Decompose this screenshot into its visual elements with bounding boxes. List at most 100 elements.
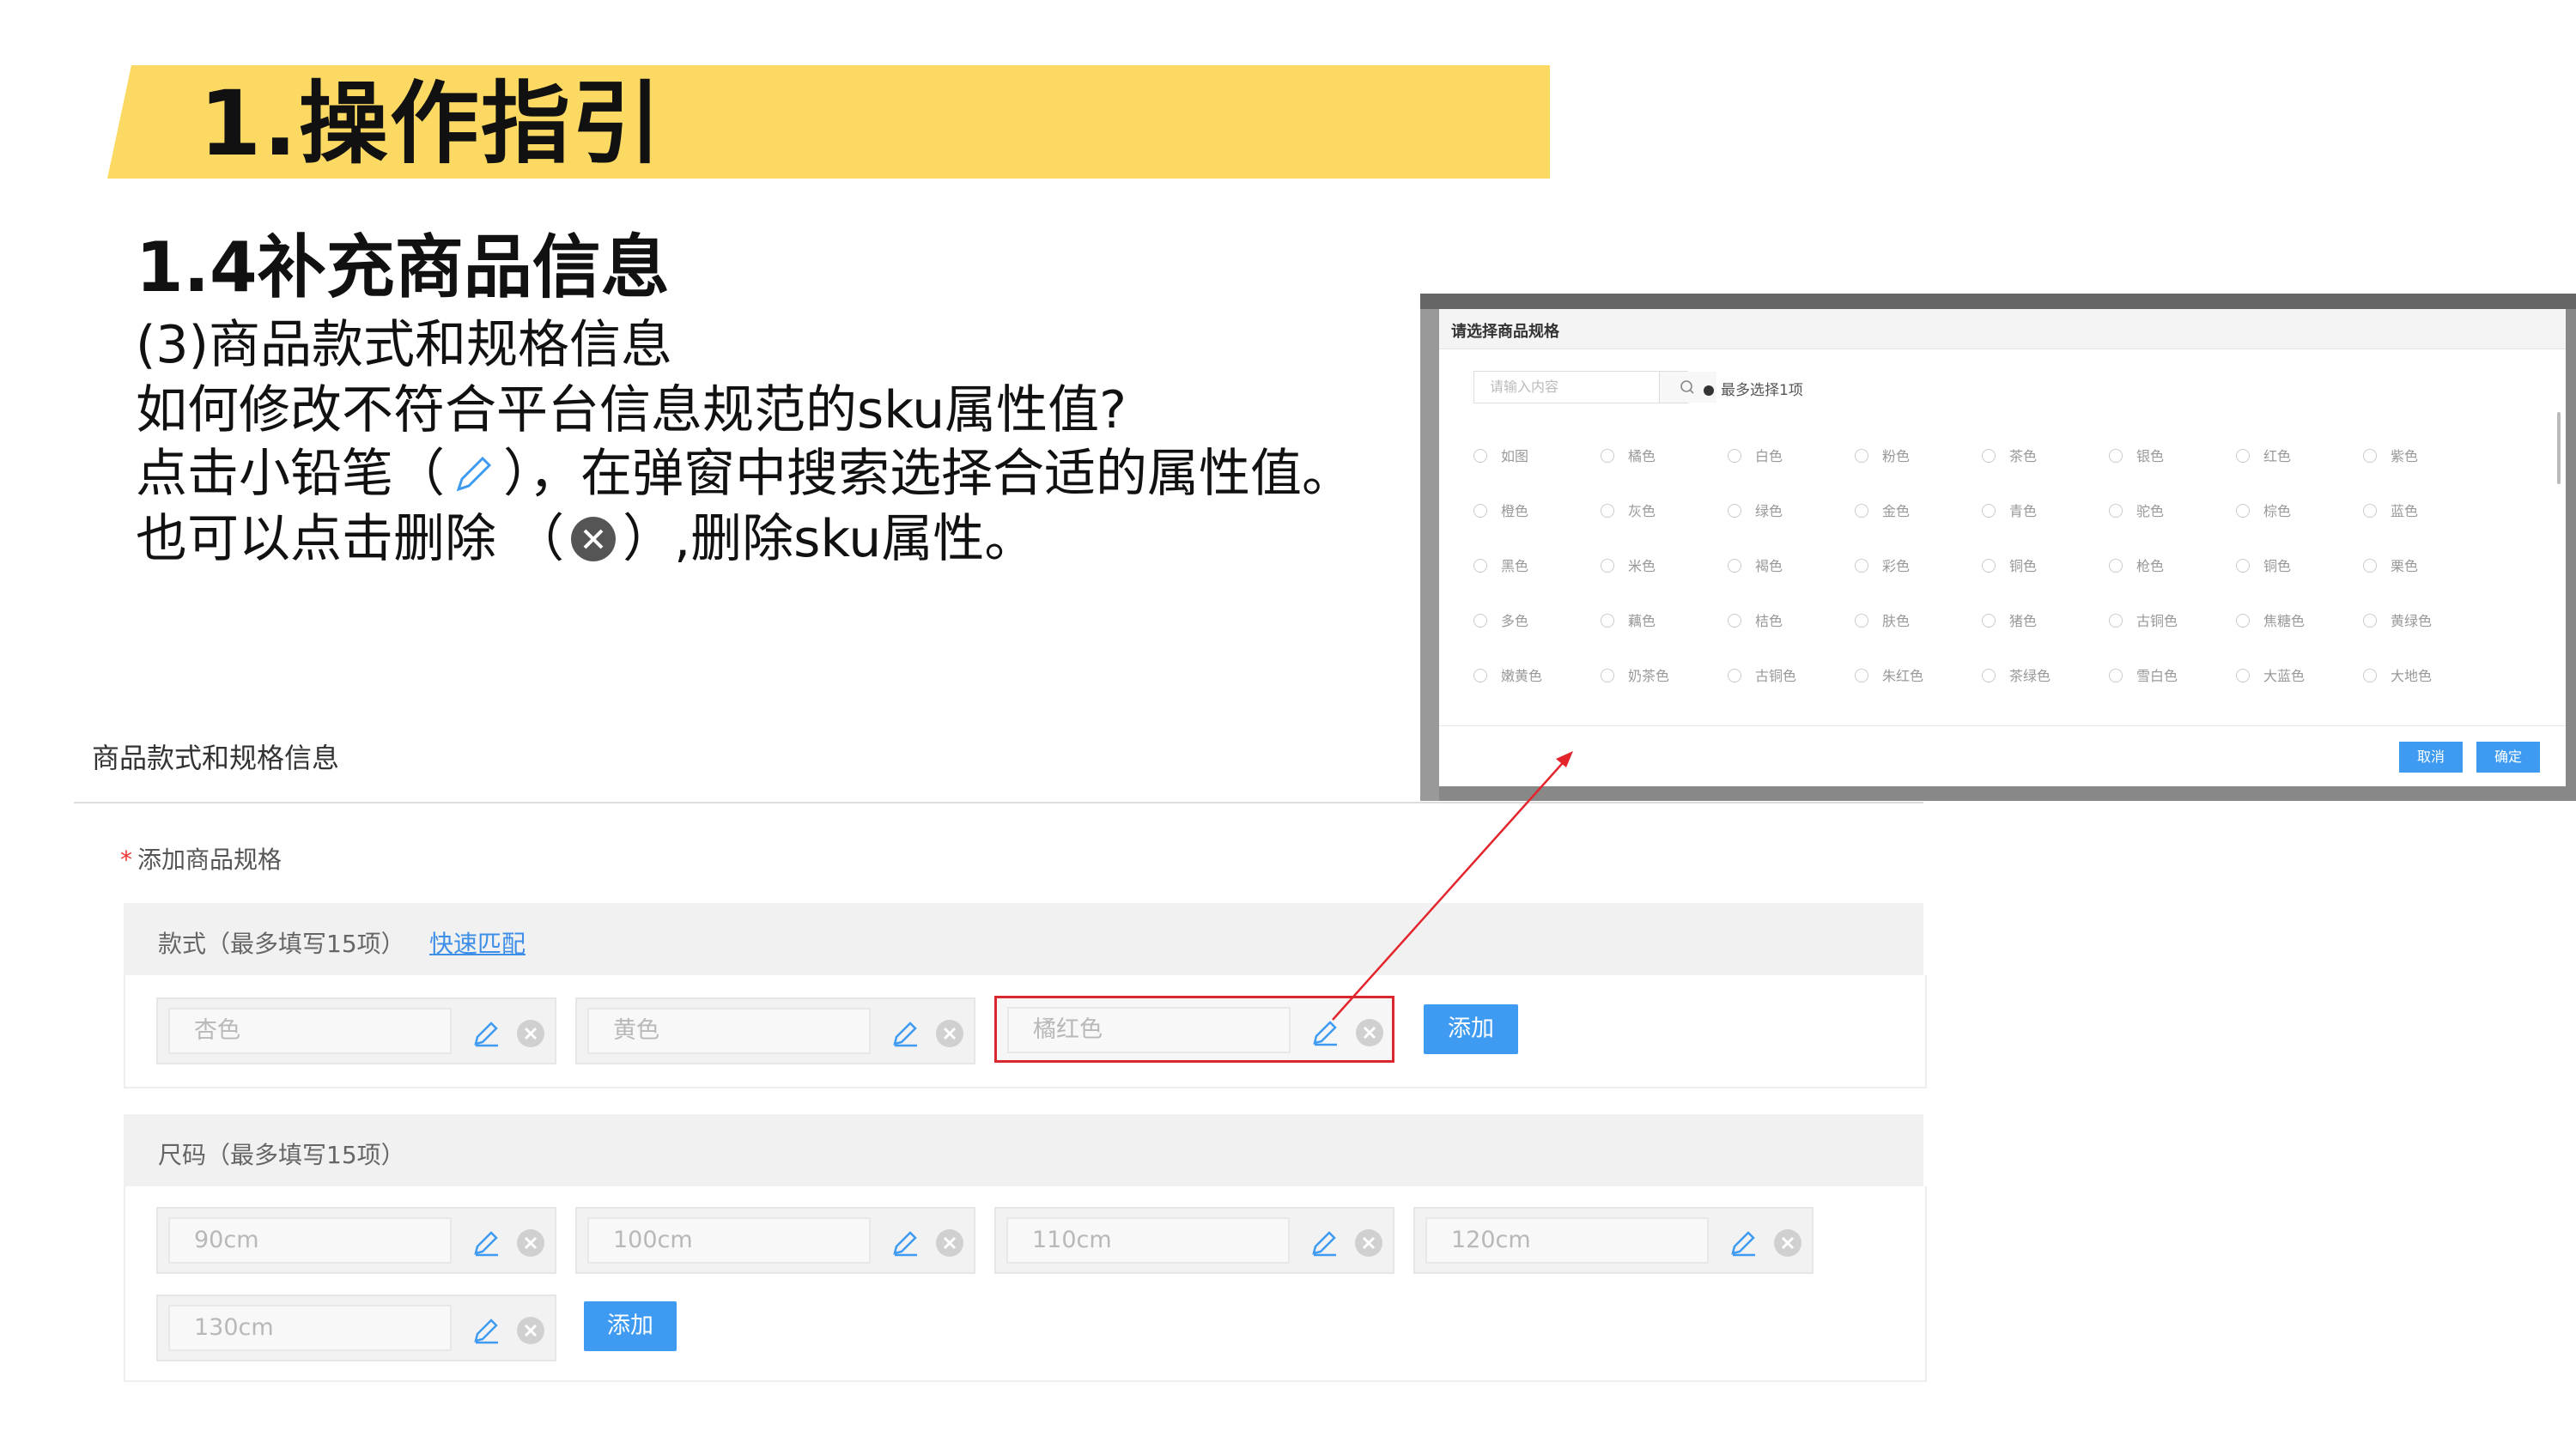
modal-option[interactable]: 彩色 — [1855, 555, 1910, 575]
style-sku-input[interactable]: 黄色 — [587, 1008, 871, 1054]
modal-option[interactable]: 铜色 — [2236, 555, 2291, 575]
modal-option[interactable]: 绿色 — [1728, 500, 1783, 520]
modal-option[interactable]: 奶茶色 — [1601, 664, 1669, 685]
modal-option[interactable]: 青色 — [1982, 500, 2037, 520]
modal-option[interactable]: 朱红色 — [1855, 664, 1923, 685]
radio-icon — [2363, 669, 2377, 682]
pencil-edit-icon[interactable] — [1307, 1226, 1341, 1260]
modal-scrollbar[interactable] — [2557, 412, 2561, 484]
radio-icon — [1982, 669, 1996, 682]
delete-circle-icon[interactable] — [515, 1228, 546, 1258]
modal-option[interactable]: 栗色 — [2363, 555, 2418, 575]
modal-option-label: 灰色 — [1628, 503, 1656, 519]
radio-icon — [2236, 449, 2250, 463]
delete-circle-icon[interactable] — [515, 1315, 546, 1346]
modal-option-label: 红色 — [2263, 448, 2292, 464]
modal-option-label: 白色 — [1755, 448, 1783, 464]
size-sku-input[interactable]: 100cm — [587, 1217, 871, 1264]
modal-option[interactable]: 大地色 — [2363, 664, 2432, 685]
modal-option[interactable]: 白色 — [1728, 445, 1783, 465]
modal-option[interactable]: 铜色 — [1982, 555, 2037, 575]
modal-option[interactable]: 肤色 — [1855, 609, 1910, 630]
pencil-edit-icon[interactable] — [888, 1226, 922, 1260]
modal-option[interactable]: 枪色 — [2109, 555, 2164, 575]
style-sku-input[interactable]: 橘红色 — [1007, 1007, 1291, 1053]
modal-search-input[interactable]: 请输入内容 — [1473, 371, 1688, 403]
radio-icon — [1601, 614, 1614, 627]
modal-option[interactable]: 米色 — [1601, 555, 1656, 575]
modal-option[interactable]: 银色 — [2109, 445, 2164, 465]
pencil-edit-icon[interactable] — [469, 1226, 503, 1260]
size-sku-input[interactable]: 90cm — [168, 1217, 452, 1264]
modal-option[interactable]: 黄绿色 — [2363, 609, 2432, 630]
pencil-edit-icon[interactable] — [1726, 1226, 1760, 1260]
pencil-edit-icon[interactable] — [888, 1016, 922, 1051]
modal-hint-text: 最多选择1项 — [1721, 382, 1803, 399]
delete-circle-icon[interactable] — [1354, 1017, 1385, 1048]
radio-icon — [2363, 559, 2377, 573]
modal-option[interactable]: 蓝色 — [2363, 500, 2418, 520]
modal-option[interactable]: 褐色 — [1728, 555, 1783, 575]
size-sku-input[interactable]: 130cm — [168, 1305, 452, 1351]
modal-option-label: 彩色 — [1882, 558, 1911, 574]
modal-option[interactable]: 金色 — [1855, 500, 1910, 520]
modal-option[interactable]: 黑色 — [1473, 555, 1528, 575]
spec-section-title: 商品款式和规格信息 — [92, 742, 340, 774]
size-sku-input[interactable]: 120cm — [1425, 1217, 1709, 1264]
modal-option[interactable]: 橙色 — [1473, 500, 1528, 520]
modal-title: 请选择商品规格 — [1451, 323, 1559, 341]
modal-option[interactable]: 嫩黄色 — [1473, 664, 1542, 685]
modal-option-label: 棕色 — [2263, 503, 2292, 519]
size-sku-item: 90cm — [156, 1207, 556, 1274]
instruction-line-1: (3)商品款式和规格信息 — [136, 315, 672, 375]
modal-option[interactable]: 粉色 — [1855, 445, 1910, 465]
modal-option[interactable]: 大蓝色 — [2236, 664, 2305, 685]
delete-circle-icon[interactable] — [515, 1018, 546, 1049]
confirm-button[interactable]: 确定 — [2476, 742, 2540, 773]
delete-circle-icon[interactable] — [1353, 1228, 1384, 1258]
delete-circle-icon[interactable] — [934, 1228, 965, 1258]
modal-option[interactable]: 焦糖色 — [2236, 609, 2305, 630]
section-divider — [74, 802, 1923, 803]
modal-option-label: 奶茶色 — [1628, 668, 1670, 684]
modal-option[interactable]: 茶色 — [1982, 445, 2037, 465]
radio-icon — [2363, 449, 2377, 463]
modal-option[interactable]: 驼色 — [2109, 500, 2164, 520]
cancel-button[interactable]: 取消 — [2399, 742, 2463, 773]
info-dot-icon — [1704, 385, 1714, 396]
modal-option-label: 桔色 — [1755, 613, 1783, 629]
modal-option[interactable]: 红色 — [2236, 445, 2291, 465]
modal-option[interactable]: 茶绿色 — [1982, 664, 2050, 685]
modal-option[interactable]: 紫色 — [2363, 445, 2418, 465]
modal-option[interactable]: 古铜色 — [2109, 609, 2178, 630]
modal-option-label: 大蓝色 — [2263, 668, 2306, 684]
modal-option[interactable]: 棕色 — [2236, 500, 2291, 520]
modal-hint: 最多选择1项 — [1704, 378, 1803, 399]
modal-option[interactable]: 藕色 — [1601, 609, 1656, 630]
modal-option[interactable]: 猪色 — [1982, 609, 2037, 630]
size-sku-input[interactable]: 110cm — [1006, 1217, 1290, 1264]
add-spec-label: * 添加商品规格 — [120, 841, 282, 876]
spec-select-modal: 请选择商品规格 请输入内容 最多选择1项 如图 橘色 白色 粉色 茶色 银色 红色 紫色橙色 灰… — [1439, 309, 2566, 786]
pencil-edit-icon[interactable] — [469, 1016, 503, 1051]
radio-icon — [2109, 614, 2123, 627]
modal-option[interactable]: 古铜色 — [1728, 664, 1796, 685]
quick-match-link[interactable]: 快速匹配 — [429, 925, 526, 960]
style-add-button[interactable]: 添加 — [1424, 1004, 1518, 1054]
modal-option[interactable]: 如图 — [1473, 445, 1528, 465]
radio-icon — [1982, 504, 1996, 518]
modal-option[interactable]: 桔色 — [1728, 609, 1783, 630]
delete-circle-icon[interactable] — [1772, 1228, 1803, 1258]
pencil-edit-icon[interactable] — [1308, 1016, 1342, 1050]
radio-icon — [1473, 614, 1487, 627]
style-sku-input[interactable]: 杏色 — [168, 1008, 452, 1054]
size-add-button[interactable]: 添加 — [584, 1301, 677, 1351]
radio-icon — [1601, 669, 1614, 682]
modal-option[interactable]: 雪白色 — [2109, 664, 2178, 685]
modal-option[interactable]: 橘色 — [1601, 445, 1656, 465]
modal-option-label: 橘色 — [1628, 448, 1656, 464]
modal-option[interactable]: 灰色 — [1601, 500, 1656, 520]
delete-circle-icon[interactable] — [934, 1018, 965, 1049]
pencil-edit-icon[interactable] — [469, 1313, 503, 1348]
modal-option[interactable]: 多色 — [1473, 609, 1528, 630]
